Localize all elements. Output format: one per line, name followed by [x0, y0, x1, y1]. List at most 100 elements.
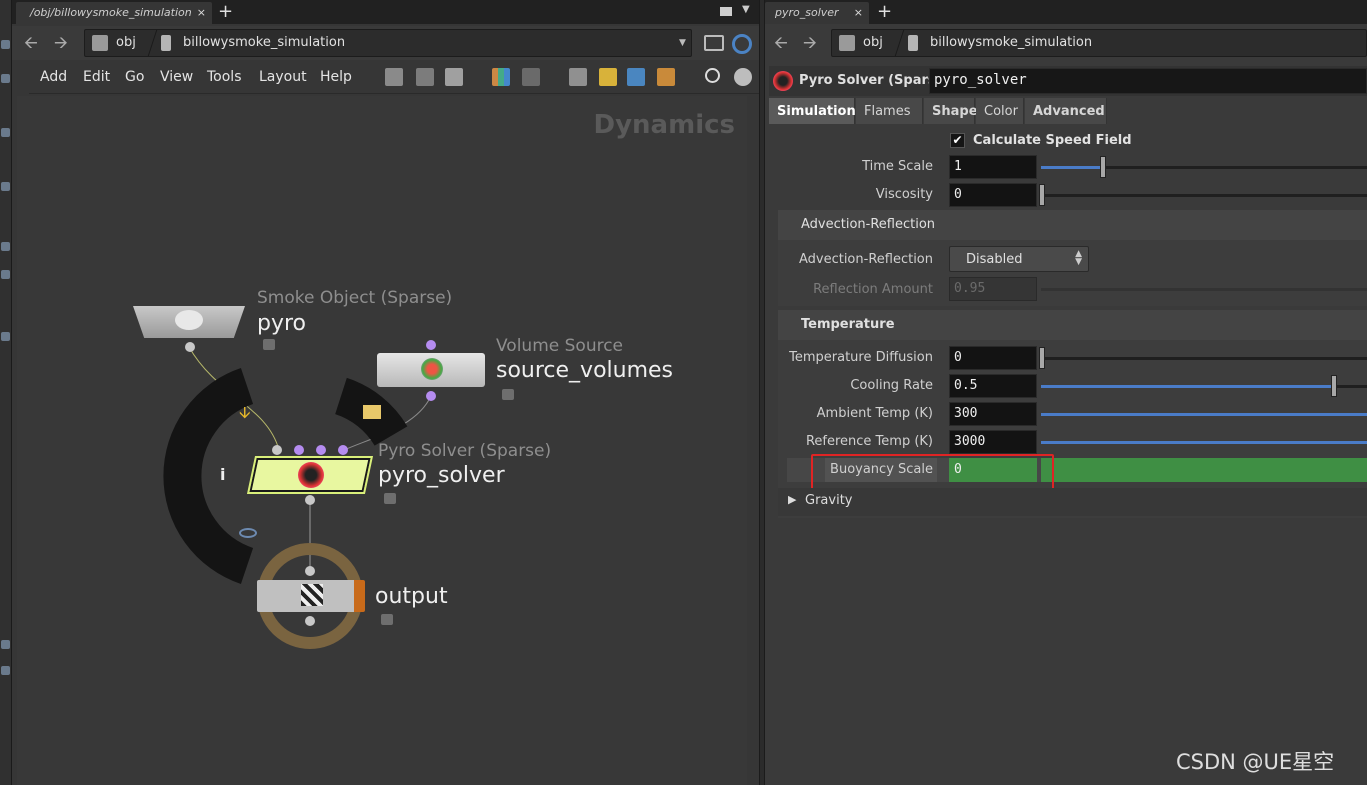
- tool-icon[interactable]: [1, 270, 10, 279]
- hide-icon[interactable]: [239, 528, 257, 538]
- input-connector[interactable]: [316, 445, 326, 455]
- menu-tools[interactable]: Tools: [207, 69, 242, 85]
- menu-help[interactable]: Help: [320, 69, 352, 85]
- pane-menu-icon[interactable]: ▼: [742, 4, 750, 15]
- cooling-handle[interactable]: [1331, 375, 1338, 397]
- time-scale-handle[interactable]: [1099, 156, 1106, 178]
- tool-icon[interactable]: [1, 640, 10, 649]
- node-name-field[interactable]: pyro_solver: [929, 68, 1367, 94]
- eye-icon[interactable]: [734, 68, 752, 86]
- node-name-label[interactable]: output: [375, 584, 448, 609]
- tool-icon[interactable]: [1, 242, 10, 251]
- tool-icon[interactable]: [1, 40, 10, 49]
- link-icon[interactable]: [732, 34, 752, 54]
- menu-edit[interactable]: Edit: [83, 69, 110, 85]
- input-connector[interactable]: [305, 566, 315, 576]
- list-icon[interactable]: [445, 68, 463, 86]
- node-name-label[interactable]: pyro_solver: [378, 463, 505, 488]
- close-icon[interactable]: ×: [854, 6, 863, 19]
- calc-speed-checkbox[interactable]: ✔: [950, 133, 965, 148]
- cooling-slider[interactable]: [1041, 385, 1367, 388]
- output-connector[interactable]: [426, 391, 436, 401]
- add-tab-icon[interactable]: +: [218, 0, 233, 24]
- input-connector[interactable]: [426, 340, 436, 350]
- breadcrumb-obj[interactable]: obj: [116, 35, 136, 50]
- maximize-icon[interactable]: [720, 7, 732, 16]
- pin-icon[interactable]: [704, 35, 724, 51]
- tool-icon[interactable]: [1, 128, 10, 137]
- temp-diffusion-slider[interactable]: [1041, 357, 1367, 360]
- forward-icon[interactable]: 🡪: [803, 35, 817, 52]
- tab-color[interactable]: Color: [976, 98, 1024, 124]
- ambient-slider[interactable]: [1041, 413, 1367, 416]
- tab-simulation[interactable]: Simulation: [769, 98, 856, 124]
- advection-section[interactable]: Advection-Reflection: [778, 210, 1367, 240]
- add-tab-icon[interactable]: +: [877, 0, 892, 24]
- tool-icon[interactable]: [1, 332, 10, 341]
- expand-icon[interactable]: ▶: [788, 493, 796, 506]
- tool-icon[interactable]: [1, 666, 10, 675]
- output-connector[interactable]: [305, 495, 315, 505]
- lock-icon[interactable]: [502, 389, 514, 400]
- forward-icon[interactable]: 🡪: [54, 35, 68, 52]
- menu-add[interactable]: Add: [40, 69, 67, 85]
- tab-advanced[interactable]: Advanced: [1025, 98, 1107, 124]
- back-icon[interactable]: 🡨: [774, 35, 788, 52]
- time-scale-slider[interactable]: [1041, 166, 1367, 169]
- network-box-icon[interactable]: [569, 68, 587, 86]
- menu-layout[interactable]: Layout: [259, 69, 307, 85]
- grid-icon[interactable]: [492, 68, 510, 86]
- chevron-down-icon[interactable]: ▼: [679, 38, 686, 48]
- breadcrumb-current[interactable]: billowysmoke_simulation: [183, 35, 345, 50]
- wrench-icon[interactable]: [385, 68, 403, 86]
- tab-params[interactable]: pyro_solver ×: [765, 2, 869, 24]
- lock-icon[interactable]: [384, 493, 396, 504]
- breadcrumb: obj billowysmoke_simulation ▼: [84, 29, 692, 57]
- viscosity-slider[interactable]: [1041, 194, 1367, 197]
- image-icon[interactable]: [627, 68, 645, 86]
- menu-go[interactable]: Go: [125, 69, 144, 85]
- back-icon[interactable]: 🡨: [24, 35, 38, 52]
- box-icon[interactable]: [657, 68, 675, 86]
- flag-down-icon[interactable]: 🡫: [239, 402, 251, 429]
- tab-flames[interactable]: Flames: [856, 98, 923, 124]
- search-icon[interactable]: [705, 68, 720, 83]
- ambient-field[interactable]: 300: [949, 402, 1037, 426]
- node-name-label[interactable]: source_volumes: [496, 358, 673, 383]
- cooling-field[interactable]: 0.5: [949, 374, 1037, 398]
- input-connector[interactable]: [338, 445, 348, 455]
- tree-icon[interactable]: [416, 68, 434, 86]
- tab-shape[interactable]: Shape: [924, 98, 978, 124]
- time-scale-field[interactable]: 1: [949, 155, 1037, 179]
- tool-icon[interactable]: [1, 74, 10, 83]
- output-connector[interactable]: [185, 342, 195, 352]
- temp-diffusion-field[interactable]: 0: [949, 346, 1037, 370]
- advection-select[interactable]: Disabled ▲ ▼: [949, 246, 1089, 272]
- lock-icon[interactable]: [381, 614, 393, 625]
- reference-field[interactable]: 3000: [949, 430, 1037, 454]
- gravity-section[interactable]: ▶ Gravity: [778, 488, 1367, 516]
- lock-icon[interactable]: [263, 339, 275, 350]
- sticky-note-icon[interactable]: [599, 68, 617, 86]
- viscosity-field[interactable]: 0: [949, 183, 1037, 207]
- details-icon[interactable]: [522, 68, 540, 86]
- viscosity-handle[interactable]: [1039, 184, 1045, 206]
- reference-slider[interactable]: [1041, 441, 1367, 444]
- tool-icon[interactable]: [1, 182, 10, 191]
- info-icon[interactable]: i: [220, 465, 225, 484]
- network-tabbar: /obj/billowysmoke_simulation × + ▼: [12, 0, 759, 24]
- node-name-label[interactable]: pyro: [257, 311, 306, 336]
- input-connector[interactable]: [294, 445, 304, 455]
- input-connector[interactable]: [272, 445, 282, 455]
- breadcrumb-current[interactable]: billowysmoke_simulation: [930, 35, 1092, 50]
- close-icon[interactable]: ×: [197, 6, 206, 19]
- buoyancy-slider[interactable]: [1041, 458, 1367, 482]
- breadcrumb-obj[interactable]: obj: [863, 35, 883, 50]
- tab-network[interactable]: /obj/billowysmoke_simulation ×: [16, 2, 212, 24]
- output-connector[interactable]: [305, 616, 315, 626]
- checker-icon[interactable]: [363, 405, 381, 419]
- temp-diffusion-handle[interactable]: [1039, 347, 1045, 369]
- network-canvas[interactable]: Dynamics 🡫 i Smoke Object (Sparse) pyro …: [17, 96, 747, 785]
- menu-view[interactable]: View: [160, 69, 193, 85]
- temperature-section[interactable]: Temperature: [778, 310, 1367, 340]
